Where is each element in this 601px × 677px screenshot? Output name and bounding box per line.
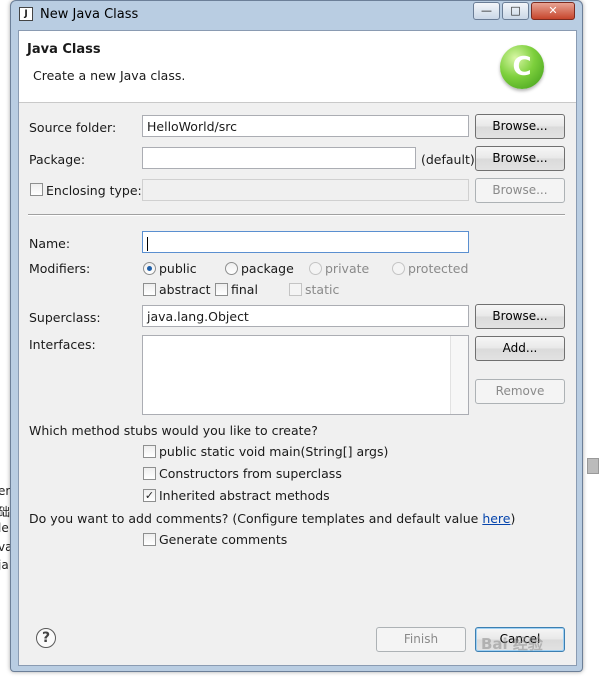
public-label: public — [159, 261, 197, 276]
static-label: static — [305, 282, 340, 297]
window-title: New Java Class — [40, 7, 139, 22]
interfaces-label: Interfaces: — [29, 337, 96, 352]
abstract-checkbox[interactable] — [143, 283, 156, 296]
superclass-browse-button[interactable]: Browse... — [475, 304, 565, 329]
wizard-banner: Java Class Create a new Java class. C — [19, 31, 576, 103]
separator — [28, 214, 565, 216]
package-default-hint: (default) — [421, 152, 475, 167]
superclass-label: Superclass: — [29, 310, 101, 325]
enclosing-type-input — [142, 179, 469, 201]
logo-letter: C — [512, 52, 532, 82]
source-folder-label: Source folder: — [29, 120, 117, 135]
wizard-title: Java Class — [27, 42, 101, 57]
private-radio — [309, 262, 322, 275]
new-java-class-dialog: J New Java Class — □ ✕ Java Class Create… — [10, 0, 583, 672]
inherited-abstract-checkbox[interactable]: ✓ — [143, 489, 156, 502]
background-app-right — [581, 0, 601, 677]
superclass-input[interactable]: java.lang.Object — [142, 305, 469, 327]
final-checkbox[interactable] — [215, 283, 228, 296]
generate-comments-checkbox[interactable] — [143, 533, 156, 546]
comments-question: Do you want to add comments? (Configure … — [29, 511, 515, 526]
watermark: Bai 经验 — [481, 635, 543, 653]
package-radio[interactable] — [225, 262, 238, 275]
constructors-checkbox[interactable] — [143, 467, 156, 480]
comments-question-suffix: ) — [510, 511, 516, 526]
package-browse-button[interactable]: Browse... — [475, 146, 565, 171]
configure-templates-link[interactable]: here — [482, 511, 510, 526]
interfaces-scrollbar[interactable] — [450, 336, 468, 414]
enclosing-type-browse-button: Browse... — [475, 178, 565, 203]
public-radio[interactable] — [143, 262, 156, 275]
minimize-button[interactable]: — — [473, 2, 500, 20]
source-folder-browse-button[interactable]: Browse... — [475, 114, 565, 139]
method-stubs-question: Which method stubs would you like to cre… — [29, 423, 318, 438]
close-button[interactable]: ✕ — [531, 2, 575, 20]
finish-button: Finish — [376, 627, 466, 652]
java-class-logo-icon: C — [500, 45, 544, 89]
dialog-content: Java Class Create a new Java class. C So… — [18, 30, 577, 666]
inherited-abstract-label: Inherited abstract methods — [159, 488, 330, 503]
final-label: final — [231, 282, 258, 297]
class-name-input[interactable] — [142, 231, 469, 253]
protected-radio — [392, 262, 405, 275]
background-text: 础 — [0, 505, 11, 519]
java-app-icon: J — [19, 7, 33, 21]
protected-label: protected — [408, 261, 469, 276]
package-modifier-label: package — [241, 261, 294, 276]
package-label: Package: — [29, 152, 86, 167]
text-caret — [147, 236, 148, 251]
background-text: le — [0, 521, 9, 535]
title-bar[interactable]: J New Java Class — □ ✕ — [11, 1, 582, 29]
comments-question-text: Do you want to add comments? (Configure … — [29, 511, 483, 526]
background-text: ja — [0, 558, 9, 572]
main-method-label: public static void main(String[] args) — [159, 444, 389, 459]
maximize-button[interactable]: □ — [502, 2, 529, 20]
constructors-label: Constructors from superclass — [159, 466, 342, 481]
enclosing-type-checkbox[interactable] — [30, 183, 43, 196]
static-checkbox — [289, 283, 302, 296]
main-method-checkbox[interactable] — [143, 445, 156, 458]
package-input[interactable] — [142, 147, 416, 169]
wizard-description: Create a new Java class. — [33, 68, 186, 83]
private-label: private — [325, 261, 370, 276]
background-scrollbar — [587, 458, 599, 474]
modifiers-label: Modifiers: — [29, 261, 91, 276]
help-icon[interactable]: ? — [36, 628, 56, 648]
add-interface-button[interactable]: Add... — [475, 336, 565, 361]
source-folder-input[interactable]: HelloWorld/src — [142, 115, 469, 137]
generate-comments-label: Generate comments — [159, 532, 288, 547]
abstract-label: abstract — [159, 282, 211, 297]
interfaces-list[interactable] — [142, 335, 469, 415]
remove-interface-button: Remove — [475, 379, 565, 404]
name-label: Name: — [29, 236, 71, 251]
enclosing-type-label: Enclosing type: — [46, 183, 142, 198]
